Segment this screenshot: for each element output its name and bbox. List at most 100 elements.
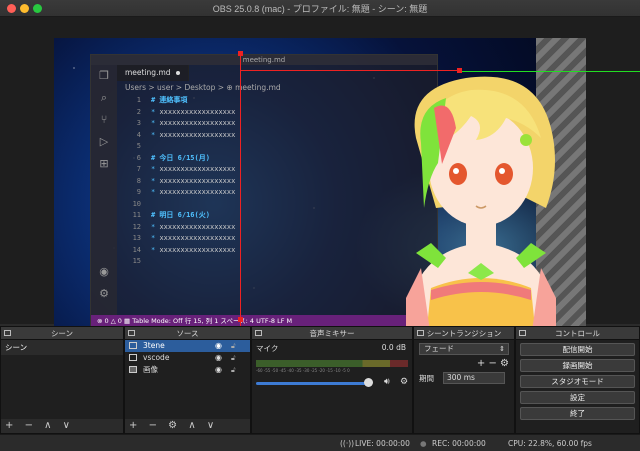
sources-dock: ソース 3tene ◉ 🔓︎ vscode ◉ 🔓︎ 画像 ◉ 🔓︎ + − ⚙… <box>124 326 251 434</box>
line-number: 1 <box>136 96 141 104</box>
dock-float-icon[interactable] <box>417 330 424 336</box>
transition-type-select[interactable]: フェード ⇕ <box>419 343 509 355</box>
duration-input[interactable]: 300 ms <box>443 372 505 384</box>
account-icon: ◉ <box>99 265 109 278</box>
move-up-button[interactable]: ∧ <box>44 420 51 431</box>
line-number: 9 <box>136 188 141 196</box>
source-item-3tene[interactable]: 3tene ◉ 🔓︎ <box>125 340 250 352</box>
transitions-dock-header: シーントランジション <box>414 327 514 340</box>
preview-canvas[interactable]: meeting.md ❐ ⌕ ⑂ ▷ ⊞ ◉ ⚙ meeting.md User… <box>54 38 586 338</box>
transitions-title: シーントランジション <box>426 329 502 338</box>
resize-handle[interactable] <box>238 51 243 56</box>
source-control-icon: ⑂ <box>100 113 108 126</box>
channel-name: マイク <box>256 344 279 353</box>
window-capture-icon <box>129 354 137 361</box>
line-text: xxxxxxxxxxxxxxxxxx <box>159 245 236 254</box>
scenes-dock-header: シーン <box>1 327 123 340</box>
line-text: xxxxxxxxxxxxxxxxxx <box>159 130 236 139</box>
remove-transition-button[interactable]: − <box>488 358 496 369</box>
move-down-button[interactable]: ∨ <box>207 420 214 431</box>
scenes-dock: シーン シーン + − ∧ ∨ <box>0 326 124 434</box>
resize-handle[interactable] <box>238 317 243 322</box>
speaker-icon[interactable]: 🔊︎ <box>384 377 390 387</box>
transition-duration: 期間 300 ms <box>419 372 509 385</box>
vscode-tab-label: meeting.md <box>125 68 171 77</box>
start-streaming-button[interactable]: 配信開始 <box>520 343 635 356</box>
add-transition-button[interactable]: + <box>477 358 485 369</box>
resize-handle[interactable] <box>457 68 462 73</box>
controls-title: コントロール <box>555 329 600 338</box>
mixer-channel: マイク 0.0 dB <box>252 340 412 357</box>
dock-float-icon[interactable] <box>519 330 526 336</box>
rec-time: REC: 00:00:00 <box>432 439 486 448</box>
line-number: 15 <box>132 257 141 265</box>
eye-icon[interactable]: ◉ <box>215 364 222 376</box>
volume-knob[interactable] <box>364 378 373 387</box>
line-text: xxxxxxxxxxxxxxxxxx <box>159 176 236 185</box>
scenes-title: シーン <box>50 329 74 338</box>
line-text: # 連絡事項 <box>151 96 188 104</box>
gear-icon[interactable]: ⚙ <box>500 358 509 369</box>
source-properties-button[interactable]: ⚙ <box>168 420 177 431</box>
source-label: 画像 <box>143 365 158 374</box>
add-source-button[interactable]: + <box>129 420 137 431</box>
source-item-vscode[interactable]: vscode ◉ 🔓︎ <box>125 352 250 364</box>
volume-slider[interactable]: 🔊︎ ⚙ <box>256 377 408 388</box>
dock-float-icon[interactable] <box>4 330 11 336</box>
eye-icon[interactable]: ◉ <box>215 352 222 364</box>
lock-icon[interactable]: 🔓︎ <box>231 352 236 364</box>
vscode-titlebar: meeting.md <box>91 55 437 65</box>
duration-label: 期間 <box>419 374 434 383</box>
vscode-tab: meeting.md <box>117 65 189 81</box>
add-scene-button[interactable]: + <box>5 420 13 431</box>
source-item-image[interactable]: 画像 ◉ 🔓︎ <box>125 364 250 376</box>
live-time: LIVE: 00:00:00 <box>355 439 410 448</box>
lock-icon[interactable]: 🔓︎ <box>231 340 236 352</box>
remove-source-button[interactable]: − <box>149 420 157 431</box>
start-recording-button[interactable]: 録画開始 <box>520 359 635 372</box>
transition-buttons: + − ⚙ <box>419 358 509 370</box>
avatar-character[interactable] <box>376 68 586 338</box>
line-text: xxxxxxxxxxxxxxxxxx <box>159 234 236 242</box>
volume-meter <box>256 360 408 367</box>
line-number: 5 <box>136 142 141 150</box>
gear-icon[interactable]: ⚙ <box>400 377 408 387</box>
line-number: 7 <box>136 165 141 173</box>
line-number: 2 <box>136 107 141 116</box>
line-number: 14 <box>132 245 141 254</box>
preview-area[interactable]: meeting.md ❐ ⌕ ⑂ ▷ ⊞ ◉ ⚙ meeting.md User… <box>0 17 640 338</box>
move-up-button[interactable]: ∧ <box>188 420 195 431</box>
sources-dock-header: ソース <box>125 327 250 340</box>
line-number: 12 <box>132 222 141 231</box>
dock-float-icon[interactable] <box>255 330 262 336</box>
dock-float-icon[interactable] <box>128 330 135 336</box>
sources-title: ソース <box>176 329 199 338</box>
scene-transitions-dock: シーントランジション フェード ⇕ + − ⚙ 期間 300 ms <box>413 326 515 434</box>
line-number: 8 <box>136 176 141 185</box>
remove-scene-button[interactable]: − <box>25 420 33 431</box>
scene-item[interactable]: シーン <box>1 340 123 355</box>
exit-button[interactable]: 終了 <box>520 407 635 420</box>
line-number: 11 <box>132 211 141 219</box>
line-number: 6 <box>136 153 141 162</box>
chevron-down-icon: ⇕ <box>499 345 505 353</box>
line-text: xxxxxxxxxxxxxxxxxx <box>159 222 236 231</box>
dock-area: シーン シーン + − ∧ ∨ ソース 3tene ◉ 🔓︎ vscode ◉ <box>0 326 640 434</box>
vscode-activity-bar: ❐ ⌕ ⑂ ▷ ⊞ ◉ ⚙ <box>91 65 117 317</box>
line-text: xxxxxxxxxxxxxxxxxx <box>159 188 236 196</box>
studio-mode-button[interactable]: スタジオモード <box>520 375 635 388</box>
files-icon: ❐ <box>99 69 109 82</box>
window-title: OBS 25.0.8 (mac) - プロファイル: 無題 - シーン: 無題 <box>212 4 428 14</box>
scenes-toolbar: + − ∧ ∨ <box>1 419 123 433</box>
image-icon <box>129 366 137 373</box>
lock-icon[interactable]: 🔓︎ <box>231 364 236 376</box>
obs-window: OBS 25.0.8 (mac) - プロファイル: 無題 - シーン: 無題 … <box>0 0 640 451</box>
meter-ticks: -60 -55 -50 -45 -40 -35 -30 -25 -20 -15 … <box>256 368 350 373</box>
eye-icon[interactable]: ◉ <box>215 340 222 352</box>
settings-button[interactable]: 設定 <box>520 391 635 404</box>
mixer-title: 音声ミキサー <box>309 329 355 338</box>
move-down-button[interactable]: ∨ <box>63 420 70 431</box>
line-text: xxxxxxxxxxxxxxxxxx <box>159 119 236 127</box>
controls-dock-header: コントロール <box>516 327 639 340</box>
line-text: xxxxxxxxxxxxxxxxxx <box>159 107 236 116</box>
